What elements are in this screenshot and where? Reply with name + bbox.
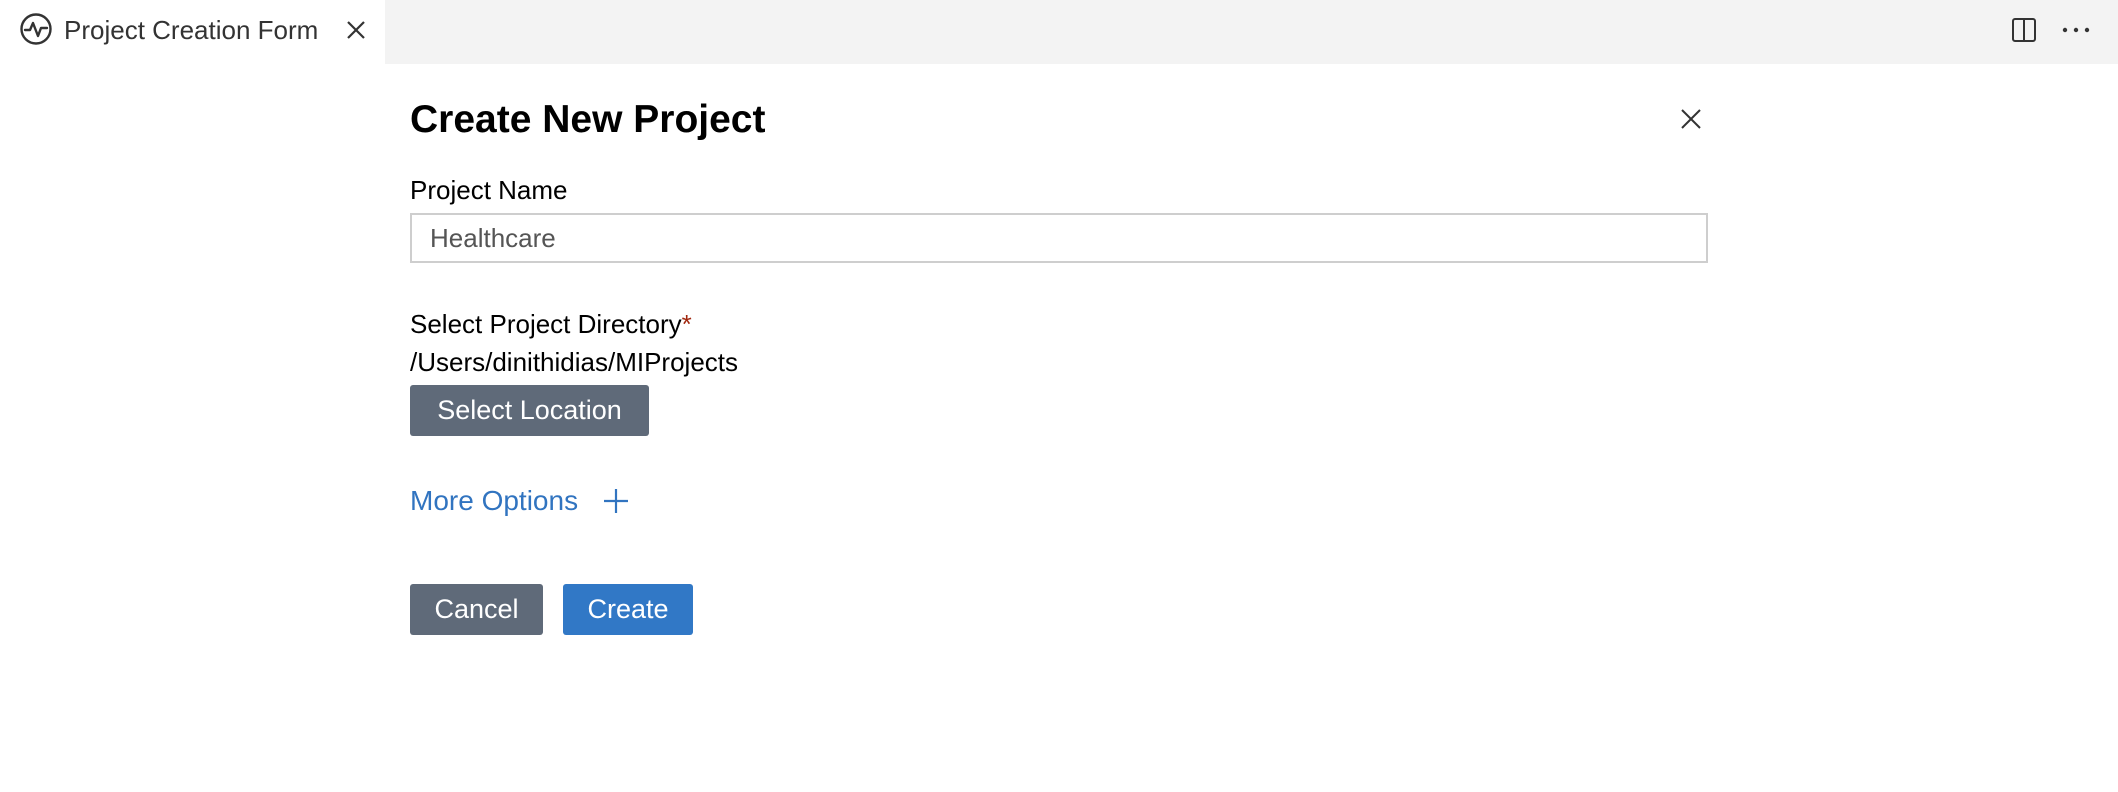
activity-icon <box>19 12 53 46</box>
required-asterisk: * <box>681 309 692 339</box>
more-options-label: More Options <box>410 485 579 516</box>
close-icon[interactable] <box>1678 106 1704 132</box>
cancel-button[interactable]: Cancel <box>410 584 543 635</box>
split-editor-icon[interactable] <box>2010 16 2038 44</box>
more-actions-icon[interactable] <box>2060 16 2092 44</box>
page-title: Create New Project <box>410 98 766 141</box>
more-options-toggle[interactable]: More Options <box>410 483 630 519</box>
directory-label-text: Select Project Directory <box>410 309 682 339</box>
project-name-input[interactable] <box>410 213 1708 263</box>
select-location-button[interactable]: Select Location <box>410 385 649 436</box>
directory-path: /Users/dinithidias/MIProjects <box>410 347 738 377</box>
tab-project-creation-form[interactable]: Project Creation Form <box>0 0 385 64</box>
directory-label: Select Project Directory* <box>410 308 692 340</box>
project-name-label: Project Name <box>410 175 568 205</box>
create-button[interactable]: Create <box>563 584 693 635</box>
editor-tab-bar: Project Creation Form <box>0 0 2118 64</box>
plus-icon <box>602 487 630 515</box>
tab-title: Project Creation Form <box>64 15 319 45</box>
tab-close-icon[interactable] <box>344 18 368 42</box>
